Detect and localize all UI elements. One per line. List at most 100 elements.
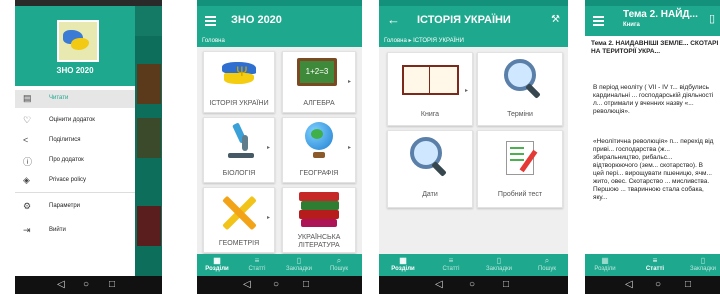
bottom-nav-sections[interactable]: ▦ Розділи [587, 256, 623, 272]
bookmark-icon[interactable]: ▯ [709, 12, 715, 25]
bottom-nav-label: Закладки [286, 266, 312, 272]
tile-terms[interactable]: Терміни [477, 52, 563, 126]
home-nav-icon[interactable]: ○ [469, 279, 475, 291]
ukraine-map-icon: Ψ [222, 58, 256, 86]
menu-label: Privace policy [49, 177, 87, 183]
system-nav-bar: ◁ ○ □ [197, 276, 362, 294]
gear-icon: ⚙ [23, 201, 32, 211]
articles-icon: ≡ [652, 256, 658, 265]
system-nav-bar: ◁ ○ □ [379, 276, 568, 294]
tile-label: Пробний тест [497, 191, 543, 198]
bottom-nav-label: Закладки [690, 266, 716, 272]
menu-item-read[interactable]: ▤ Читати [15, 90, 135, 108]
bottom-nav-sections[interactable]: ▦ Розділи [385, 256, 421, 272]
menu-item-about[interactable]: ⓘ Про додаток [15, 152, 135, 170]
screen-article: Тема 2. НАЙД... Книга ▯ Тема 2. НАЙДАВНІ… [585, 0, 720, 294]
bottom-nav-bookmarks[interactable]: ▯ Закладки [685, 256, 720, 272]
bottom-nav-sections[interactable]: ▦ Розділи [199, 256, 235, 272]
drawer-header: ЗНО 2020 [15, 6, 135, 86]
book-icon: ▤ [23, 93, 32, 103]
app-bar: ← ІСТОРІЯ УКРАЇНИ ⚒ [379, 6, 568, 36]
menu-item-rate[interactable]: ♡ Оцінити додаток [15, 112, 135, 130]
breadcrumb: Головна [197, 36, 362, 47]
recents-nav-icon[interactable]: □ [503, 279, 509, 291]
recents-nav-icon[interactable]: □ [685, 279, 691, 291]
article-paragraph: В період неоліту ( VII - IV т... відбули… [593, 84, 714, 115]
bottom-nav-articles[interactable]: ≡ Статті [239, 256, 275, 272]
back-nav-icon[interactable]: ◁ [243, 279, 251, 291]
book-icon [402, 61, 459, 95]
logo-image [57, 20, 99, 62]
caret-icon: ▸ [347, 79, 351, 85]
menu-label: Вийти [49, 227, 66, 233]
tile-label: ГЕОМЕТРІЯ [218, 240, 260, 247]
tile-algebra[interactable]: 1+2=3 ▸ АЛГЕБРА [282, 51, 356, 113]
back-arrow-icon[interactable]: ← [387, 12, 400, 27]
menu-item-settings[interactable]: ⚙ Параметри [15, 198, 135, 216]
screen-home: ЗНО 2020 Головна Ψ ІСТОРІЯ УКРАЇНИ 1+2=3… [197, 0, 362, 294]
recents-nav-icon[interactable]: □ [303, 279, 309, 291]
tile-label: ГЕОГРАФІЯ [299, 170, 339, 177]
screen-drawer: ЗНО 2020 ▤ Читати ♡ Оцінити додаток < По… [15, 0, 162, 294]
recents-nav-icon[interactable]: □ [109, 279, 115, 291]
bottom-nav: ▦ Розділи ≡ Статті ▯ Закладки ⌕ Пошук [197, 254, 362, 276]
grid-icon: ▦ [399, 256, 407, 265]
bottom-nav-bookmarks[interactable]: ▯ Закладки [481, 256, 517, 272]
microscope-icon [226, 122, 256, 159]
bottom-nav-label: Закладки [486, 266, 512, 272]
back-nav-icon[interactable]: ◁ [435, 279, 443, 291]
menu-item-privacy[interactable]: ◈ Privace policy [15, 172, 135, 190]
tile-label: УКРАЇНСЬКА ЛІТЕРАТУРА [297, 234, 341, 249]
navigation-drawer: ЗНО 2020 ▤ Читати ♡ Оцінити додаток < По… [15, 6, 135, 276]
dimmed-app-background [135, 6, 162, 276]
tile-label: Терміни [507, 111, 533, 118]
tile-literature[interactable]: УКРАЇНСЬКА ЛІТЕРАТУРА [282, 187, 356, 253]
menu-item-share[interactable]: < Поділитися [15, 132, 135, 150]
bottom-nav-search[interactable]: ⌕ Пошук [529, 256, 565, 272]
magnifier-dates-icon [410, 137, 450, 177]
tile-book[interactable]: ▸ Книга [387, 52, 473, 126]
bottom-nav-label: Пошук [537, 266, 557, 272]
info-icon: ⓘ [23, 157, 33, 167]
bottom-nav-label: Статті [248, 266, 266, 272]
bookmark-icon: ▯ [296, 256, 302, 265]
tile-practice-test[interactable]: Пробний тест [477, 130, 563, 208]
search-icon: ⌕ [336, 256, 342, 265]
algebra-board-icon: 1+2=3 [297, 58, 337, 86]
grid-icon: ▦ [213, 256, 221, 265]
menu-icon[interactable] [593, 16, 604, 28]
bottom-nav-search[interactable]: ⌕ Пошук [321, 256, 357, 272]
app-bar-title: Тема 2. НАЙД... [623, 9, 698, 20]
tile-geography[interactable]: ▸ ГЕОГРАФІЯ [282, 117, 356, 183]
books-icon [299, 192, 339, 228]
bottom-nav-bookmarks[interactable]: ▯ Закладки [281, 256, 317, 272]
breadcrumb: Головна ▸ ІСТОРІЯ УКРАЇНИ [379, 36, 568, 47]
bottom-nav-articles[interactable]: ≡ Статті [637, 256, 673, 272]
system-nav-bar: ◁ ○ □ [585, 276, 720, 294]
tile-label: АЛГЕБРА [303, 100, 335, 107]
bookmark-icon: ▯ [496, 256, 502, 265]
caret-icon: ▸ [266, 215, 270, 221]
back-nav-icon[interactable]: ◁ [625, 279, 633, 291]
tile-label: Книга [420, 111, 440, 118]
tools-icon[interactable]: ⚒ [551, 14, 560, 25]
share-icon: < [23, 135, 29, 145]
menu-icon[interactable] [205, 16, 216, 28]
grid-icon: ▦ [601, 256, 609, 265]
back-nav-icon[interactable]: ◁ [57, 279, 65, 291]
menu-item-exit[interactable]: ⇥ Вийти [15, 222, 135, 240]
tile-dates[interactable]: Дати [387, 130, 473, 208]
menu-label: Про додаток [49, 157, 84, 163]
home-nav-icon[interactable]: ○ [655, 279, 661, 291]
tile-geometry[interactable]: ▸ ГЕОМЕТРІЯ [203, 187, 275, 253]
article-heading: Тема 2. НАЙДАВНІШІ ЗЕМЛЕ... СКОТАРІ НА Т… [591, 40, 719, 55]
article-paragraph: «Неолітична революція» п... перехід від … [593, 138, 714, 201]
bottom-nav-articles[interactable]: ≡ Статті [433, 256, 469, 272]
drawer-app-title: ЗНО 2020 [56, 66, 94, 75]
home-nav-icon[interactable]: ○ [83, 279, 89, 291]
bookmark-icon: ▯ [700, 256, 706, 265]
bottom-nav: ▦ Розділи ≡ Статті ▯ Закладки [585, 254, 720, 276]
tile-biology[interactable]: ▸ БІОЛОГІЯ [203, 117, 275, 183]
home-nav-icon[interactable]: ○ [273, 279, 279, 291]
tile-history[interactable]: Ψ ІСТОРІЯ УКРАЇНИ [203, 51, 275, 113]
